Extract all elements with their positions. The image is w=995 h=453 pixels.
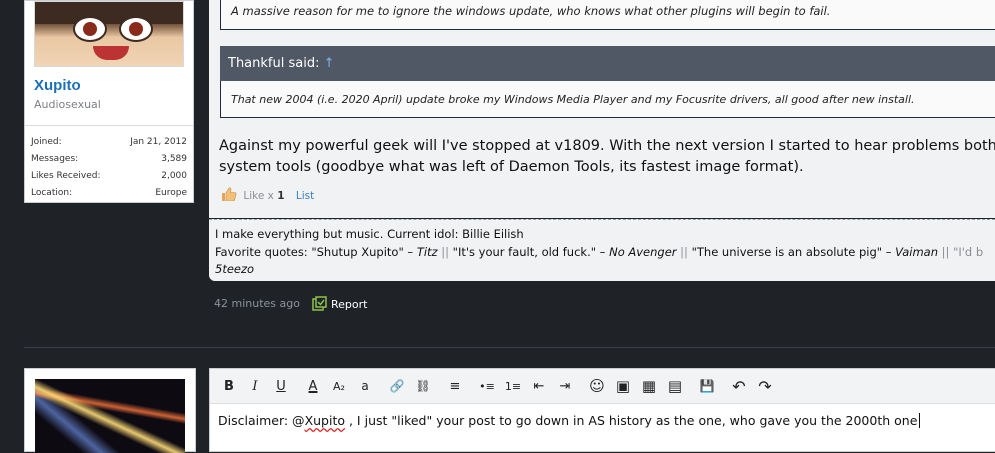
indent-icon[interactable]: ⇥ bbox=[554, 375, 576, 397]
username-link[interactable]: Xupito bbox=[34, 77, 81, 94]
current-user-avatar[interactable] bbox=[24, 368, 196, 453]
reply-text: , I just "liked" your post to go down in… bbox=[345, 413, 918, 428]
signature-line: I make everything but music. Current ido… bbox=[215, 227, 524, 241]
report-button[interactable]: Report bbox=[312, 296, 367, 311]
sig-text: || "I'd b bbox=[938, 245, 984, 259]
link-icon[interactable]: 🔗 bbox=[386, 375, 408, 397]
post-body-line: system tools (goodbye what was left of D… bbox=[219, 159, 804, 175]
post-divider bbox=[24, 347, 995, 348]
user-title: Audiosexual bbox=[34, 98, 101, 111]
undo-icon[interactable]: ↶ bbox=[728, 375, 750, 397]
quote-author[interactable]: Thankful said: ↑ bbox=[228, 56, 335, 71]
reply-text: Disclaimer: @ bbox=[218, 413, 305, 428]
user-card: Xupito Audiosexual Joined: Jan 21, 2012 … bbox=[24, 0, 194, 203]
text-color-button[interactable]: A bbox=[302, 375, 324, 397]
sig-separator: || bbox=[437, 245, 453, 259]
reply-textarea[interactable]: Disclaimer: @Xupito , I just "liked" you… bbox=[218, 413, 921, 428]
quote-text: That new 2004 (i.e. 2020 April) update b… bbox=[231, 93, 915, 106]
likes-summary: Like x 1 List bbox=[221, 187, 314, 202]
sig-separator: || bbox=[676, 245, 692, 259]
avatar-image bbox=[35, 379, 185, 453]
font-family-button[interactable]: a bbox=[354, 375, 376, 397]
sig-author: Titz bbox=[416, 245, 438, 259]
align-icon[interactable]: ≡ bbox=[444, 375, 466, 397]
save-draft-icon[interactable]: 💾 bbox=[696, 375, 718, 397]
stat-joined-value: Jan 21, 2012 bbox=[130, 137, 187, 147]
stat-likes-label: Likes Received: bbox=[31, 171, 101, 181]
outdent-icon[interactable]: ⇤ bbox=[528, 375, 550, 397]
bold-button[interactable]: B bbox=[218, 375, 240, 397]
post-body-line: Against my powerful geek will I've stopp… bbox=[219, 138, 995, 154]
redo-icon[interactable]: ↷ bbox=[754, 375, 776, 397]
sig-author: No Avenger bbox=[609, 245, 677, 259]
font-size-button[interactable]: A₂ bbox=[328, 375, 350, 397]
underline-button[interactable]: U bbox=[270, 375, 292, 397]
stat-messages-value[interactable]: 3,589 bbox=[161, 154, 187, 164]
bullet-list-icon[interactable]: •≡ bbox=[476, 375, 498, 397]
stat-location-label: Location: bbox=[31, 188, 73, 198]
stat-likes-value: 2,000 bbox=[161, 171, 187, 181]
user-signature: I make everything but music. Current ido… bbox=[209, 219, 995, 281]
like-label: Like x bbox=[243, 190, 274, 202]
report-label: Report bbox=[331, 298, 368, 311]
text-caret bbox=[919, 413, 921, 428]
code-icon[interactable]: ▤ bbox=[664, 375, 686, 397]
numbered-list-icon[interactable]: 1≡ bbox=[502, 375, 524, 397]
stat-messages-label: Messages: bbox=[31, 154, 79, 164]
likes-list-link[interactable]: List bbox=[296, 190, 314, 202]
italic-button[interactable]: I bbox=[244, 375, 266, 397]
card-divider bbox=[25, 125, 193, 126]
stat-joined-label: Joined: bbox=[31, 137, 62, 147]
sig-author: Vaiman bbox=[895, 245, 939, 259]
sig-text: "It's your fault, old fuck." – bbox=[452, 245, 610, 259]
thumbs-up-icon bbox=[222, 187, 237, 201]
media-icon[interactable]: ▦ bbox=[638, 375, 660, 397]
like-count: 1 bbox=[277, 190, 285, 202]
reply-editor: B I U A A₂ a 🔗 ⛓ ≡ •≡ 1≡ ⇤ ⇥ ☺ ▣ ▦ ▤ 💾 ↶… bbox=[209, 368, 995, 452]
sig-text: "The universe is an absolute pig" – bbox=[691, 245, 896, 259]
unlink-icon[interactable]: ⛓ bbox=[412, 375, 434, 397]
jump-to-quote-icon[interactable]: ↑ bbox=[324, 56, 335, 71]
quote-author-label: Thankful said: bbox=[228, 56, 320, 71]
stat-location-value[interactable]: Europe bbox=[155, 188, 187, 198]
report-icon bbox=[312, 296, 327, 311]
quote-text: A massive reason for me to ignore the wi… bbox=[231, 4, 831, 18]
user-avatar[interactable] bbox=[34, 1, 184, 67]
quote-block: A massive reason for me to ignore the wi… bbox=[220, 0, 995, 30]
reply-mention: Xupito bbox=[304, 413, 346, 428]
sig-text: Favorite quotes: "Shutup Xupito" – bbox=[215, 245, 417, 259]
signature-line: 5teezo bbox=[215, 262, 255, 276]
quote-header: Thankful said: ↑ bbox=[220, 46, 995, 81]
signature-quotes: Favorite quotes: "Shutup Xupito" – Titz … bbox=[215, 245, 983, 259]
post-content: A massive reason for me to ignore the wi… bbox=[209, 0, 995, 218]
post-timestamp[interactable]: 42 minutes ago bbox=[214, 297, 300, 310]
editor-toolbar: B I U A A₂ a 🔗 ⛓ ≡ •≡ 1≡ ⇤ ⇥ ☺ ▣ ▦ ▤ 💾 ↶… bbox=[210, 369, 995, 404]
image-icon[interactable]: ▣ bbox=[612, 375, 634, 397]
quote-block: That new 2004 (i.e. 2020 April) update b… bbox=[220, 81, 995, 118]
smilie-icon[interactable]: ☺ bbox=[586, 375, 608, 397]
